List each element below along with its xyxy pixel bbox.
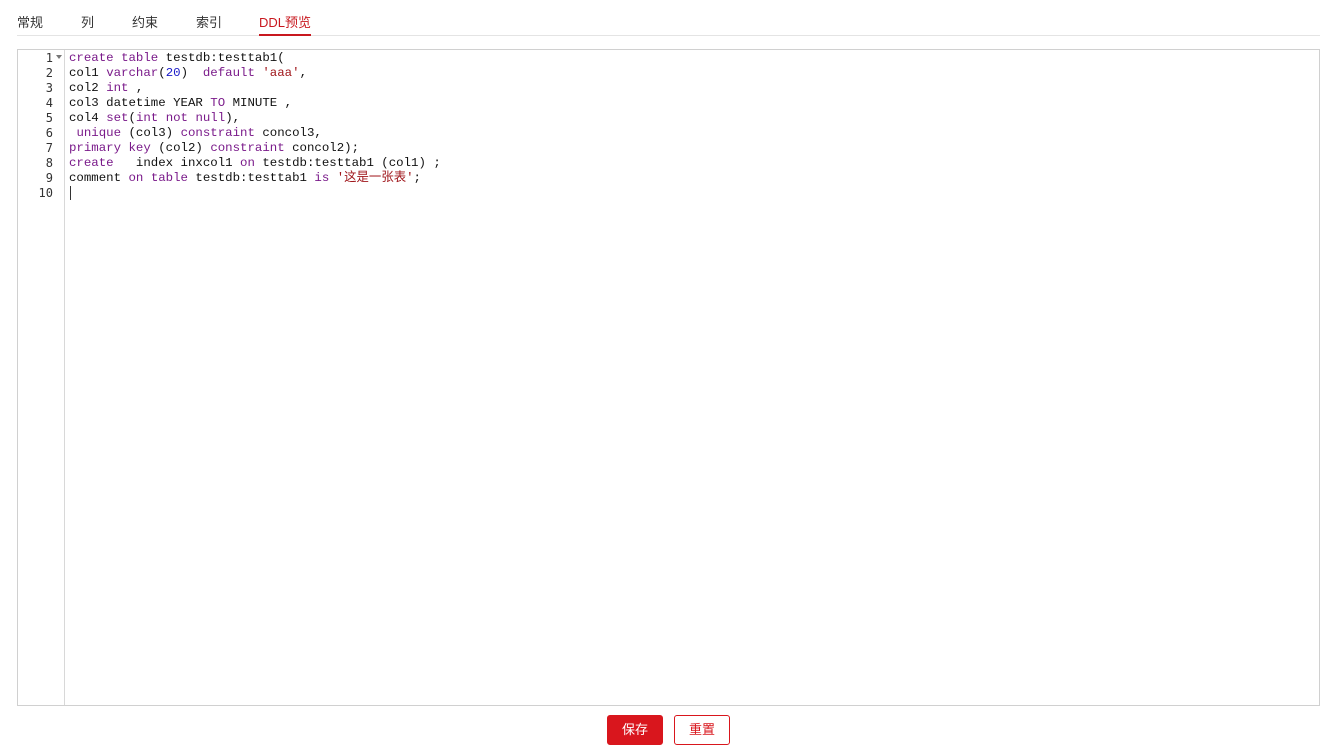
code-token: key	[128, 141, 151, 155]
code-token: int	[135, 111, 159, 125]
code-token: create	[69, 156, 114, 170]
code-token: default	[202, 66, 255, 80]
code-area[interactable]: create table testdb:testtab1( col1 varch…	[69, 50, 1319, 705]
code-line: create table testdb:testtab1(	[69, 51, 285, 66]
code-token: on	[128, 171, 144, 185]
line-number: 7	[45, 141, 53, 155]
code-token: testdb:testtab1 (col1) ;	[254, 156, 441, 170]
code-token: set	[106, 111, 129, 125]
code-line: primary key (col2) constraint concol2);	[69, 141, 359, 156]
code-token: ;	[413, 171, 421, 185]
code-line: create index inxcol1 on testdb:testtab1 …	[69, 156, 441, 171]
code-token: constraint	[180, 126, 255, 140]
line-number: 10	[38, 186, 53, 200]
code-token: create	[69, 51, 114, 65]
code-token: )	[180, 66, 203, 80]
code-token: concol3,	[254, 126, 322, 140]
line-number: 1	[45, 51, 53, 65]
code-token: int	[106, 81, 129, 95]
tab-ddl-preview[interactable]: DDL预览	[259, 14, 312, 36]
line-number: 6	[45, 126, 53, 140]
code-token: table	[150, 171, 188, 185]
code-line: col2 int ,	[69, 81, 143, 96]
code-token: comment	[69, 171, 129, 185]
code-line: col4 set(int not null),	[69, 111, 240, 126]
line-number: 3	[45, 81, 53, 95]
chevron-down-icon[interactable]	[56, 55, 62, 59]
code-token: concol2);	[284, 141, 360, 155]
code-token: col2	[69, 81, 107, 95]
tab-indexes[interactable]: 索引	[196, 14, 222, 32]
code-token: (col3)	[121, 126, 181, 140]
code-token: col1	[69, 66, 107, 80]
code-token: on	[240, 156, 255, 170]
code-token: index inxcol1	[113, 156, 241, 170]
code-line: col1 varchar(20) default 'aaa',	[69, 66, 307, 81]
code-token: testdb:testtab1	[188, 171, 315, 185]
code-token: primary	[69, 141, 122, 155]
line-number: 8	[45, 156, 53, 170]
code-token: col3 datetime YEAR	[69, 96, 211, 110]
code-token: (	[128, 111, 136, 125]
code-token: col4	[69, 111, 107, 125]
code-token: MINUTE ,	[225, 96, 293, 110]
code-token: not	[165, 111, 188, 125]
code-token: 20	[165, 66, 181, 80]
line-number: 5	[45, 111, 53, 125]
code-token: ),	[225, 111, 241, 125]
code-line: unique (col3) constraint concol3,	[69, 126, 322, 141]
code-token: null	[195, 111, 226, 125]
line-number: 2	[45, 66, 53, 80]
code-token: ,	[128, 81, 144, 95]
code-token: constraint	[210, 141, 285, 155]
tab-columns[interactable]: 列	[81, 14, 94, 32]
tab-constraints[interactable]: 约束	[132, 14, 158, 32]
code-line: comment on table testdb:testtab1 is '这是一…	[69, 171, 421, 186]
reset-button[interactable]: 重置	[674, 715, 730, 745]
code-token: is	[314, 171, 330, 185]
line-number: 9	[45, 171, 53, 185]
code-token: '这是一张表'	[336, 171, 414, 185]
line-number: 4	[45, 96, 53, 110]
code-token: testdb:testtab1(	[158, 51, 285, 65]
code-token: (	[158, 66, 166, 80]
code-token: unique	[76, 126, 122, 140]
line-number-gutter: 1 2 3 4 5 6 7 8 9 10	[18, 50, 65, 705]
code-line: col3 datetime YEAR TO MINUTE ,	[69, 96, 292, 111]
save-button[interactable]: 保存	[607, 715, 663, 745]
code-token: ,	[299, 66, 307, 80]
text-cursor	[70, 186, 71, 200]
code-token: varchar	[106, 66, 159, 80]
code-token: table	[121, 51, 159, 65]
tab-general[interactable]: 常规	[17, 14, 43, 32]
code-token: TO	[210, 96, 226, 110]
tab-bar: 常规 列 约束 索引 DDL预览	[17, 0, 1320, 36]
code-token: (col2)	[150, 141, 211, 155]
code-token: 'aaa'	[262, 66, 300, 80]
ddl-code-editor[interactable]: 1 2 3 4 5 6 7 8 9 10 create table testdb…	[17, 49, 1320, 706]
